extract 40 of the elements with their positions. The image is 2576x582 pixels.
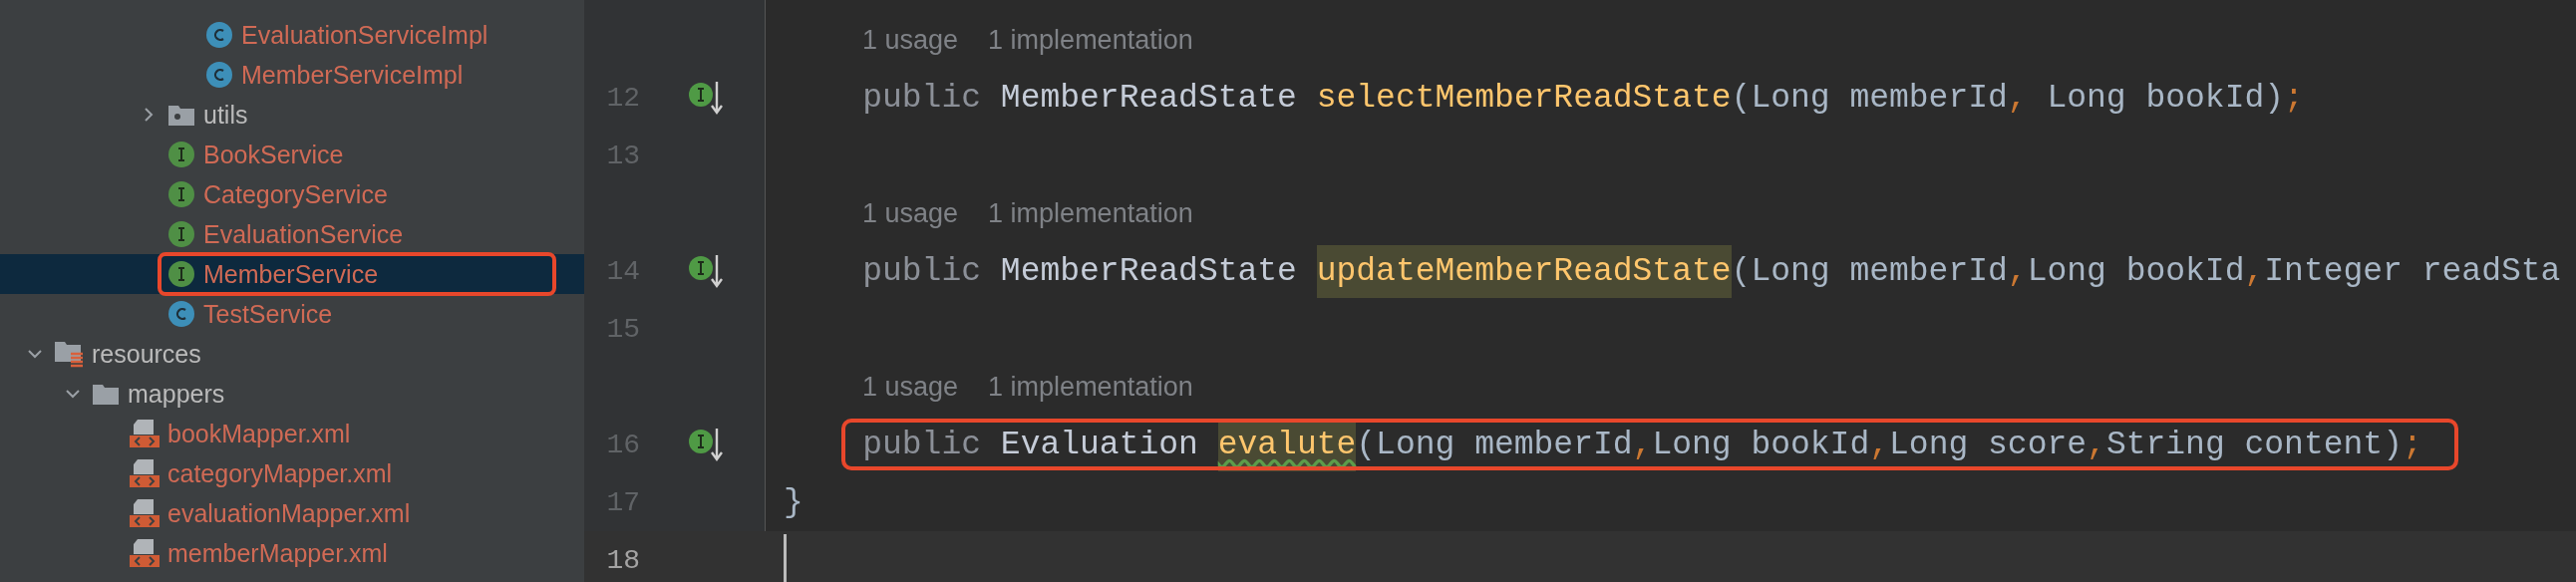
tree-item[interactable]: EvaluationServiceImpl <box>0 15 584 55</box>
implementations-link[interactable]: 1 implementation <box>988 197 1193 229</box>
code-line: public MemberReadState updateMemberReadState(Long memberId,Long bookId,Integer readSta <box>784 242 2561 300</box>
usages-link[interactable]: 1 usage <box>862 24 959 56</box>
usages-link[interactable]: 1 usage <box>862 197 959 229</box>
tree-item[interactable]: bookMapper.xml <box>0 414 584 453</box>
class-icon <box>205 61 233 89</box>
class-icon <box>205 21 233 49</box>
tree-item[interactable]: categoryMapper.xml <box>0 453 584 493</box>
xml-file-icon <box>130 419 160 448</box>
folder-icon <box>92 382 120 406</box>
tree-item[interactable]: EvaluationService <box>0 214 584 254</box>
interface-icon <box>167 260 195 288</box>
xml-file-icon <box>130 538 160 568</box>
usages-link[interactable]: 1 usage <box>862 371 959 403</box>
tree-item[interactable]: evaluationMapper.xml <box>0 493 584 533</box>
tree-item[interactable]: CategoryService <box>0 174 584 214</box>
line-number: 18 <box>605 544 640 576</box>
code-line: } <box>784 482 804 523</box>
tree-item[interactable]: mappers <box>0 374 584 414</box>
resources-folder-icon <box>54 340 84 368</box>
folder-icon <box>167 103 195 127</box>
xml-file-icon <box>130 498 160 528</box>
tree-item[interactable]: memberMapper.xml <box>0 533 584 573</box>
tree-item[interactable]: MemberServiceImpl <box>0 55 584 95</box>
interface-icon <box>167 180 195 208</box>
tree-item[interactable]: resources <box>0 334 584 374</box>
tree-item[interactable]: BookService <box>0 135 584 174</box>
xml-file-icon <box>130 458 160 488</box>
interface-icon <box>167 141 195 168</box>
tree-item[interactable]: utils <box>0 95 584 135</box>
text-caret <box>784 534 787 582</box>
tree-item[interactable]: TestService <box>0 294 584 334</box>
implementations-link[interactable]: 1 implementation <box>988 24 1193 56</box>
tree-item[interactable]: MemberService <box>0 254 584 294</box>
class-icon <box>167 300 195 328</box>
code-line: public Evaluation evalute(Long memberId,Long bookId,Long score,String content); <box>784 416 2422 473</box>
interface-icon <box>167 220 195 248</box>
implementations-link[interactable]: 1 implementation <box>988 371 1193 403</box>
code-line: public MemberReadState selectMemberReadState(Long memberId, Long bookId); <box>861 78 2304 119</box>
